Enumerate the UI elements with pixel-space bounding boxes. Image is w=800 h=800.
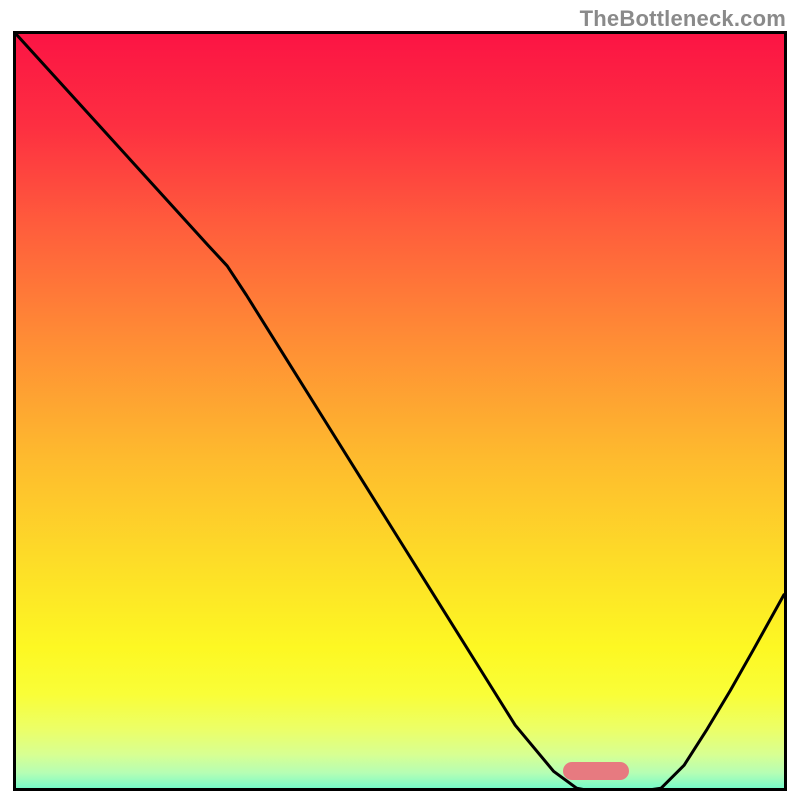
- chart-frame: [13, 31, 787, 791]
- chart-line: [16, 34, 784, 791]
- optimum-marker: [563, 762, 629, 780]
- watermark-text: TheBottleneck.com: [580, 6, 786, 32]
